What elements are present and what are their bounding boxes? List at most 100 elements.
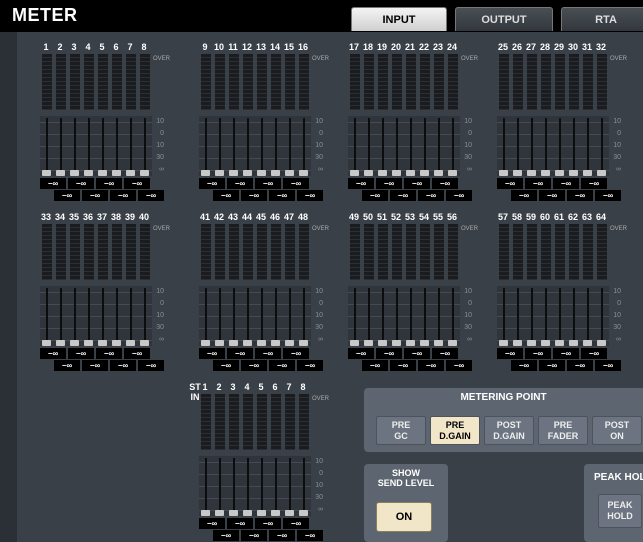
- fader-knob[interactable]: [140, 170, 149, 176]
- fader-knob[interactable]: [434, 340, 443, 346]
- fader-knob[interactable]: [513, 170, 522, 176]
- fader-knob[interactable]: [98, 170, 107, 176]
- fader-knob[interactable]: [378, 170, 387, 176]
- fader-knob[interactable]: [70, 340, 79, 346]
- fader-knob[interactable]: [243, 170, 252, 176]
- fader-knob[interactable]: [299, 510, 308, 516]
- fader-knob[interactable]: [392, 340, 401, 346]
- tab-rta[interactable]: RTA: [561, 7, 643, 31]
- fader-knob[interactable]: [569, 340, 578, 346]
- fader-knob[interactable]: [378, 340, 387, 346]
- level-meter: [42, 224, 52, 280]
- fader-knob[interactable]: [215, 340, 224, 346]
- fader-knob[interactable]: [56, 170, 65, 176]
- channel-group: 33 34 35 36 37 38 39 40 OVER 10 0 10 30 ∞ −∞ −∞ −∞ −∞ −∞ −∞…: [40, 212, 187, 382]
- fader-knob[interactable]: [126, 340, 135, 346]
- level-value-display: −∞: [539, 190, 565, 201]
- level-value-display: −∞: [110, 190, 136, 201]
- fader-knob[interactable]: [448, 170, 457, 176]
- fader-knob[interactable]: [364, 340, 373, 346]
- metering-pre-dgain-button[interactable]: PRE D.GAIN: [430, 416, 480, 445]
- fader-knob[interactable]: [257, 510, 266, 516]
- scale-line: [199, 316, 311, 317]
- fader-knob[interactable]: [243, 340, 252, 346]
- fader-knob[interactable]: [392, 170, 401, 176]
- fader-knob[interactable]: [299, 340, 308, 346]
- fader-knob[interactable]: [406, 340, 415, 346]
- fader-track: [88, 288, 90, 344]
- fader-knob[interactable]: [541, 340, 550, 346]
- tab-output[interactable]: OUTPUT: [455, 7, 553, 31]
- metering-post-on-button[interactable]: POST ON: [592, 416, 642, 445]
- channel-group: 1 2 3 4 5 6 7 8 OVER 10 0 10 30 ∞ −∞ −∞ −∞ −∞ −∞ −∞ −∞ −∞: [199, 382, 346, 542]
- fader-knob[interactable]: [364, 170, 373, 176]
- fader-knob[interactable]: [420, 170, 429, 176]
- fader-knob[interactable]: [84, 170, 93, 176]
- fader-knob[interactable]: [70, 170, 79, 176]
- metering-pre-fader-button[interactable]: PRE FADER: [538, 416, 588, 445]
- fader-knob[interactable]: [229, 340, 238, 346]
- fader-knob[interactable]: [243, 510, 252, 516]
- fader-knob[interactable]: [527, 340, 536, 346]
- fader-knob[interactable]: [112, 170, 121, 176]
- metering-pre-gc-button[interactable]: PRE GC: [376, 416, 426, 445]
- peak-hold-button[interactable]: PEAK HOLD: [598, 494, 642, 528]
- fader-knob[interactable]: [541, 170, 550, 176]
- fader-knob[interactable]: [215, 170, 224, 176]
- fader-knob[interactable]: [499, 340, 508, 346]
- fader-knob[interactable]: [42, 340, 51, 346]
- fader-knob[interactable]: [56, 340, 65, 346]
- level-value-display: −∞: [138, 360, 164, 371]
- fader-knob[interactable]: [201, 510, 210, 516]
- level-value-display: −∞: [581, 178, 607, 189]
- fader-knob[interactable]: [527, 170, 536, 176]
- fader-knob[interactable]: [406, 170, 415, 176]
- fader-knob[interactable]: [42, 170, 51, 176]
- show-send-level-on-button[interactable]: ON: [376, 502, 432, 532]
- fader-knob[interactable]: [98, 340, 107, 346]
- fader-knob[interactable]: [350, 340, 359, 346]
- level-meter: [378, 224, 388, 280]
- fader-knob[interactable]: [350, 170, 359, 176]
- fader-knob[interactable]: [140, 340, 149, 346]
- fader-knob[interactable]: [448, 340, 457, 346]
- fader-knob[interactable]: [499, 170, 508, 176]
- tab-input[interactable]: INPUT: [351, 7, 447, 31]
- fader-knob[interactable]: [285, 340, 294, 346]
- metering-point-title: METERING POINT: [460, 392, 547, 403]
- fader-knob[interactable]: [555, 170, 564, 176]
- fader-knob[interactable]: [201, 170, 210, 176]
- fader-knob[interactable]: [583, 340, 592, 346]
- fader-knob[interactable]: [126, 170, 135, 176]
- fader-knob[interactable]: [229, 510, 238, 516]
- metering-post-dgain-button[interactable]: POST D.GAIN: [484, 416, 534, 445]
- scale-line: [199, 292, 311, 293]
- fader-knob[interactable]: [513, 340, 522, 346]
- fader-track: [144, 288, 146, 344]
- fader-knob[interactable]: [597, 170, 606, 176]
- fader-knob[interactable]: [257, 170, 266, 176]
- level-value-display: −∞: [567, 360, 593, 371]
- fader-knob[interactable]: [271, 510, 280, 516]
- fader-knob[interactable]: [555, 340, 564, 346]
- fader-knob[interactable]: [434, 170, 443, 176]
- fader-knob[interactable]: [271, 340, 280, 346]
- fader-knob[interactable]: [257, 340, 266, 346]
- fader-track: [144, 118, 146, 174]
- fader-knob[interactable]: [285, 510, 294, 516]
- fader-knob[interactable]: [597, 340, 606, 346]
- fader-knob[interactable]: [420, 340, 429, 346]
- fader-scale-label: 10: [315, 482, 323, 489]
- fader-knob[interactable]: [271, 170, 280, 176]
- fader-knob[interactable]: [569, 170, 578, 176]
- fader-knob[interactable]: [299, 170, 308, 176]
- fader-knob[interactable]: [285, 170, 294, 176]
- fader-knob[interactable]: [84, 340, 93, 346]
- over-label: OVER: [312, 226, 330, 232]
- fader-knob[interactable]: [583, 170, 592, 176]
- fader-knob[interactable]: [112, 340, 121, 346]
- fader-scale-label: 30: [464, 154, 472, 161]
- fader-knob[interactable]: [215, 510, 224, 516]
- fader-knob[interactable]: [229, 170, 238, 176]
- fader-knob[interactable]: [201, 340, 210, 346]
